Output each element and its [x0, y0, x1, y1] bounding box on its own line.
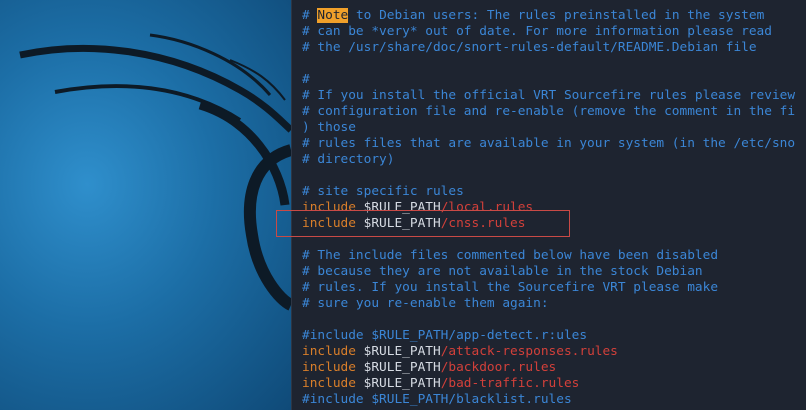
include-keyword: include: [302, 344, 356, 359]
code-line[interactable]: [302, 56, 795, 72]
code-line[interactable]: #: [302, 72, 795, 88]
kali-dragon-logo: [19, 33, 291, 311]
rule-file-path: /attack-responses.rules: [440, 344, 618, 359]
code-line[interactable]: # because they are not available in the …: [302, 264, 795, 280]
code-line[interactable]: [302, 312, 795, 328]
rule-path-variable: $RULE_PATH: [355, 360, 441, 375]
comment-text: # can be *very* out of date. For more in…: [302, 24, 772, 39]
include-keyword: include: [302, 376, 356, 391]
code-line[interactable]: # can be *very* out of date. For more in…: [302, 24, 795, 40]
code-line[interactable]: # The include files commented below have…: [302, 248, 795, 264]
rule-path-variable: $RULE_PATH: [355, 344, 441, 359]
code-line[interactable]: [302, 168, 795, 184]
code-line[interactable]: include $RULE_PATH/backdoor.rules: [302, 360, 795, 376]
text-editor[interactable]: # Note to Debian users: The rules preins…: [291, 0, 806, 410]
code-line[interactable]: # If you install the official VRT Source…: [302, 88, 795, 104]
include-keyword: include: [302, 360, 356, 375]
comment-text: #include $RULE_PATH/app-detect.r:ules: [302, 328, 588, 343]
code-content: # Note to Debian users: The rules preins…: [302, 8, 795, 408]
comment-text: # The include files commented below have…: [302, 248, 719, 263]
code-line[interactable]: include $RULE_PATH/bad-traffic.rules: [302, 376, 795, 392]
code-line[interactable]: #include $RULE_PATH/blacklist.rules: [302, 392, 795, 408]
comment-text: #: [302, 8, 318, 23]
desktop-wallpaper: [0, 0, 291, 410]
comment-text: # site specific rules: [302, 184, 464, 199]
comment-text: #: [302, 72, 310, 87]
code-line[interactable]: # configuration file and re-enable (remo…: [302, 104, 795, 120]
comment-text: ) those: [302, 120, 356, 135]
rule-file-path: /backdoor.rules: [440, 360, 557, 375]
comment-text: to Debian users: The rules preinstalled …: [348, 8, 765, 23]
code-line[interactable]: # directory): [302, 152, 795, 168]
comment-text: # sure you re-enable them again:: [302, 296, 549, 311]
comment-text: # because they are not available in the …: [302, 264, 703, 279]
comment-text: # directory): [302, 152, 395, 167]
search-highlight: Note: [317, 8, 349, 23]
comment-text: # configuration file and re-enable (remo…: [302, 104, 796, 119]
code-line[interactable]: # the /usr/share/doc/snort-rules-default…: [302, 40, 795, 56]
code-line[interactable]: include $RULE_PATH/attack-responses.rule…: [302, 344, 795, 360]
code-line[interactable]: # sure you re-enable them again:: [302, 296, 795, 312]
code-line[interactable]: ) those: [302, 120, 795, 136]
comment-text: # rules files that are available in your…: [302, 136, 796, 151]
rule-path-variable: $RULE_PATH: [355, 376, 441, 391]
comment-text: # If you install the official VRT Source…: [302, 88, 796, 103]
code-line[interactable]: # site specific rules: [302, 184, 795, 200]
code-line[interactable]: # rules files that are available in your…: [302, 136, 795, 152]
code-line[interactable]: #include $RULE_PATH/app-detect.r:ules: [302, 328, 795, 344]
red-highlight-box: [276, 210, 570, 237]
comment-text: # the /usr/share/doc/snort-rules-default…: [302, 40, 757, 55]
comment-text: # rules. If you install the Sourcefire V…: [302, 280, 719, 295]
code-line[interactable]: # Note to Debian users: The rules preins…: [302, 8, 795, 24]
code-line[interactable]: # rules. If you install the Sourcefire V…: [302, 280, 795, 296]
comment-text: #include $RULE_PATH/blacklist.rules: [302, 392, 572, 407]
rule-file-path: /bad-traffic.rules: [440, 376, 580, 391]
